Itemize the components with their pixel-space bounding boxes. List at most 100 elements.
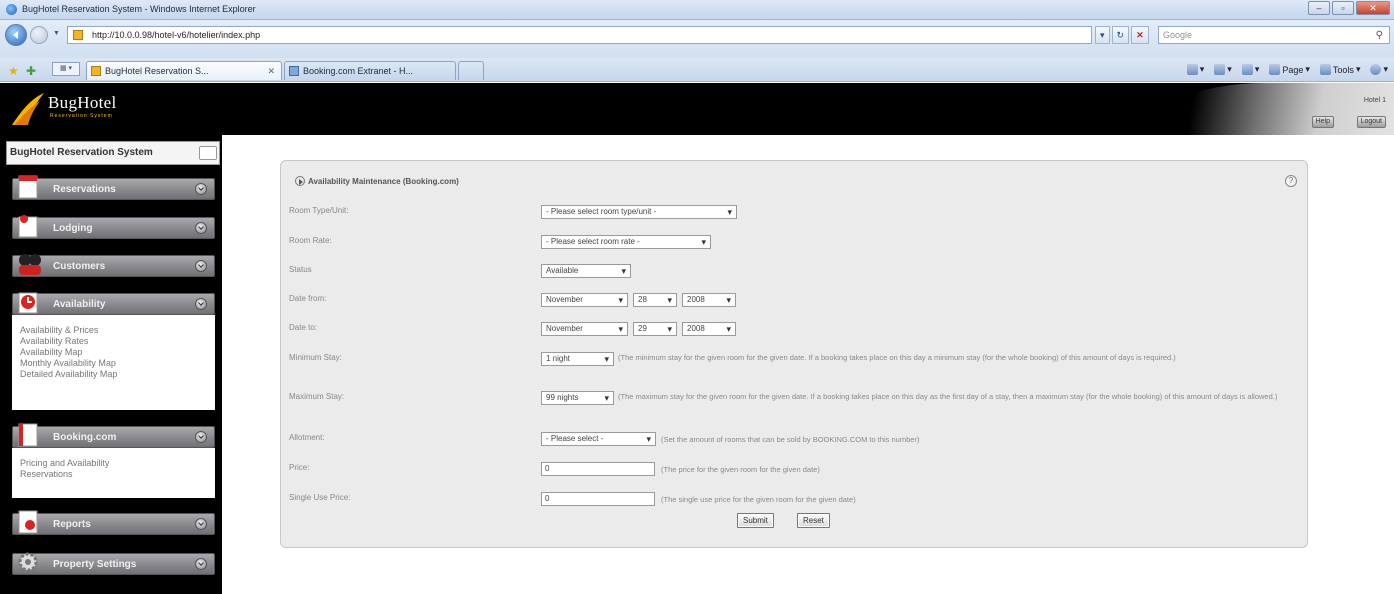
page-icon bbox=[73, 30, 83, 40]
tab-label: BugHotel Reservation S... bbox=[105, 66, 209, 76]
quick-tabs-icon[interactable]: ▦ ▾ bbox=[52, 62, 80, 76]
help-question-icon[interactable]: ? bbox=[1285, 175, 1297, 187]
min-stay-label: Minimum Stay: bbox=[289, 353, 342, 362]
sidebar-item-reports[interactable]: Reports bbox=[12, 510, 215, 535]
help-menu[interactable]: ▾ bbox=[1370, 64, 1388, 75]
history-dropdown-icon[interactable]: ▼ bbox=[53, 30, 60, 37]
print-button[interactable]: ▾ bbox=[1241, 64, 1259, 75]
sidebar-item-label: Reservations bbox=[53, 184, 116, 195]
date-from-day-select[interactable]: 28 bbox=[633, 293, 677, 307]
booking-icon bbox=[18, 423, 38, 447]
home-button[interactable]: ▾ bbox=[1186, 64, 1204, 75]
help-icon bbox=[1370, 64, 1382, 75]
price-input[interactable]: 0 bbox=[541, 462, 655, 476]
link-availability-prices[interactable]: Availability & Prices bbox=[20, 325, 209, 336]
sidebar-item-availability[interactable]: Availability bbox=[12, 292, 215, 315]
link-detailed-availability-map[interactable]: Detailed Availability Map bbox=[20, 369, 209, 380]
page-icon bbox=[1269, 64, 1281, 75]
logo-subtitle: Reservation System bbox=[50, 113, 113, 119]
command-bar: ▾ ▾ ▾ Page ▾ Tools ▾ ▾ bbox=[1186, 64, 1388, 75]
link-booking-reservations[interactable]: Reservations bbox=[20, 469, 209, 480]
tab-label: Booking.com Extranet - H... bbox=[303, 66, 414, 76]
link-monthly-availability-map[interactable]: Monthly Availability Map bbox=[20, 358, 209, 369]
customers-icon bbox=[19, 254, 41, 275]
url-dropdown-icon[interactable]: ▾ bbox=[1095, 26, 1110, 44]
sidebar-item-lodging[interactable]: Lodging bbox=[12, 215, 215, 239]
tools-gear-icon bbox=[1319, 64, 1331, 75]
logout-button[interactable]: Logout bbox=[1356, 116, 1386, 128]
date-from-year-select[interactable]: 2008 bbox=[682, 293, 736, 307]
sidebar-item-property-settings[interactable]: Property Settings bbox=[12, 552, 215, 575]
home-icon bbox=[1186, 64, 1198, 75]
address-bar: ▼ http://10.0.0.98/hotel-v6/hotelier/ind… bbox=[0, 20, 1394, 58]
link-availability-rates[interactable]: Availability Rates bbox=[20, 336, 209, 347]
url-text: http://10.0.0.98/hotel-v6/hotelier/index… bbox=[92, 30, 261, 40]
print-icon bbox=[1241, 64, 1253, 75]
panel-arrow-icon bbox=[295, 176, 305, 186]
app-header: BugHotel Reservation System Hotel 1 Help… bbox=[0, 83, 1394, 135]
cart-icon[interactable] bbox=[199, 146, 217, 160]
system-title-text: BugHotel Reservation System bbox=[10, 147, 153, 158]
date-to-year-select[interactable]: 2008 bbox=[682, 322, 736, 336]
tab-page-icon bbox=[91, 66, 101, 76]
favorites-star-icon[interactable]: ★ bbox=[8, 64, 19, 78]
chevron-down-icon bbox=[195, 431, 207, 443]
system-title: BugHotel Reservation System bbox=[6, 141, 220, 165]
sidebar-item-customers[interactable]: Customers bbox=[12, 254, 215, 277]
status-select[interactable]: Available bbox=[541, 264, 631, 278]
search-placeholder: Google bbox=[1163, 30, 1193, 40]
availability-panel: Availability Maintenance (Booking.com) ?… bbox=[280, 160, 1308, 548]
tools-menu[interactable]: Tools ▾ bbox=[1319, 64, 1360, 75]
close-window-button[interactable]: ✕ bbox=[1356, 1, 1390, 15]
date-to-month-select[interactable]: November bbox=[541, 322, 628, 336]
minimize-button[interactable]: – bbox=[1308, 1, 1330, 15]
date-to-label: Date to: bbox=[289, 323, 318, 332]
back-button[interactable] bbox=[5, 24, 27, 46]
feeds-icon bbox=[1214, 64, 1226, 75]
status-label: Status bbox=[289, 265, 312, 274]
help-button[interactable]: Help bbox=[1311, 116, 1334, 128]
sidebar-item-label: Availability bbox=[53, 299, 106, 310]
sidebar-item-label: Customers bbox=[53, 261, 106, 272]
room-type-select[interactable]: - Please select room type/unit - bbox=[541, 205, 737, 219]
refresh-icon[interactable]: ↻ bbox=[1111, 26, 1130, 44]
feeds-button[interactable]: ▾ bbox=[1214, 64, 1232, 75]
sidebar-item-label: Property Settings bbox=[53, 559, 137, 570]
maximize-button[interactable]: ▫ bbox=[1332, 1, 1354, 15]
link-availability-map[interactable]: Availability Map bbox=[20, 347, 209, 358]
date-to-day-select[interactable]: 29 bbox=[633, 322, 677, 336]
page-menu[interactable]: Page ▾ bbox=[1269, 64, 1310, 75]
date-from-month-select[interactable]: November bbox=[541, 293, 628, 307]
date-from-label: Date from: bbox=[289, 294, 327, 303]
sidebar-item-label: Reports bbox=[53, 519, 91, 530]
url-tools: ▾ ↻ ✕ bbox=[1095, 26, 1149, 44]
chevron-down-icon bbox=[195, 558, 207, 570]
single-price-input[interactable]: 0 bbox=[541, 492, 655, 506]
room-rate-select[interactable]: - Please select room rate - bbox=[541, 235, 711, 249]
allotment-select[interactable]: - Please select - bbox=[541, 432, 656, 446]
price-hint: (The price for the given room for the gi… bbox=[661, 465, 820, 474]
tab-bar: ★ ✚ ▦ ▾ BugHotel Reservation S... ✕ Book… bbox=[0, 58, 1394, 82]
chevron-down-icon bbox=[195, 298, 207, 310]
sidebar-item-reservations[interactable]: Reservations bbox=[12, 175, 215, 200]
sidebar-item-booking[interactable]: Booking.com bbox=[12, 423, 215, 448]
add-favorite-icon[interactable]: ✚ bbox=[26, 64, 36, 78]
search-icon[interactable]: ⚲ bbox=[1376, 28, 1383, 44]
url-input[interactable]: http://10.0.0.98/hotel-v6/hotelier/index… bbox=[67, 26, 1092, 44]
submit-button[interactable]: Submit bbox=[737, 513, 774, 528]
tab-close-icon[interactable]: ✕ bbox=[267, 62, 275, 80]
tab-bughotel[interactable]: BugHotel Reservation S... ✕ bbox=[86, 61, 282, 80]
availability-icon bbox=[18, 292, 38, 314]
booking-submenu: Pricing and Availability Reservations bbox=[12, 448, 215, 498]
forward-button[interactable] bbox=[30, 26, 48, 44]
min-stay-hint: (The minimum stay for the given room for… bbox=[618, 353, 1176, 362]
link-pricing-availability[interactable]: Pricing and Availability bbox=[20, 458, 209, 469]
reset-button[interactable]: Reset bbox=[797, 513, 830, 528]
chevron-down-icon bbox=[195, 260, 207, 272]
stop-icon[interactable]: ✕ bbox=[1131, 26, 1149, 44]
chevron-down-icon bbox=[195, 518, 207, 530]
chevron-down-icon bbox=[195, 222, 207, 234]
new-tab-button[interactable] bbox=[458, 61, 484, 80]
tab-booking[interactable]: Booking.com Extranet - H... bbox=[284, 61, 456, 80]
search-input[interactable]: Google ⚲ bbox=[1158, 26, 1390, 44]
